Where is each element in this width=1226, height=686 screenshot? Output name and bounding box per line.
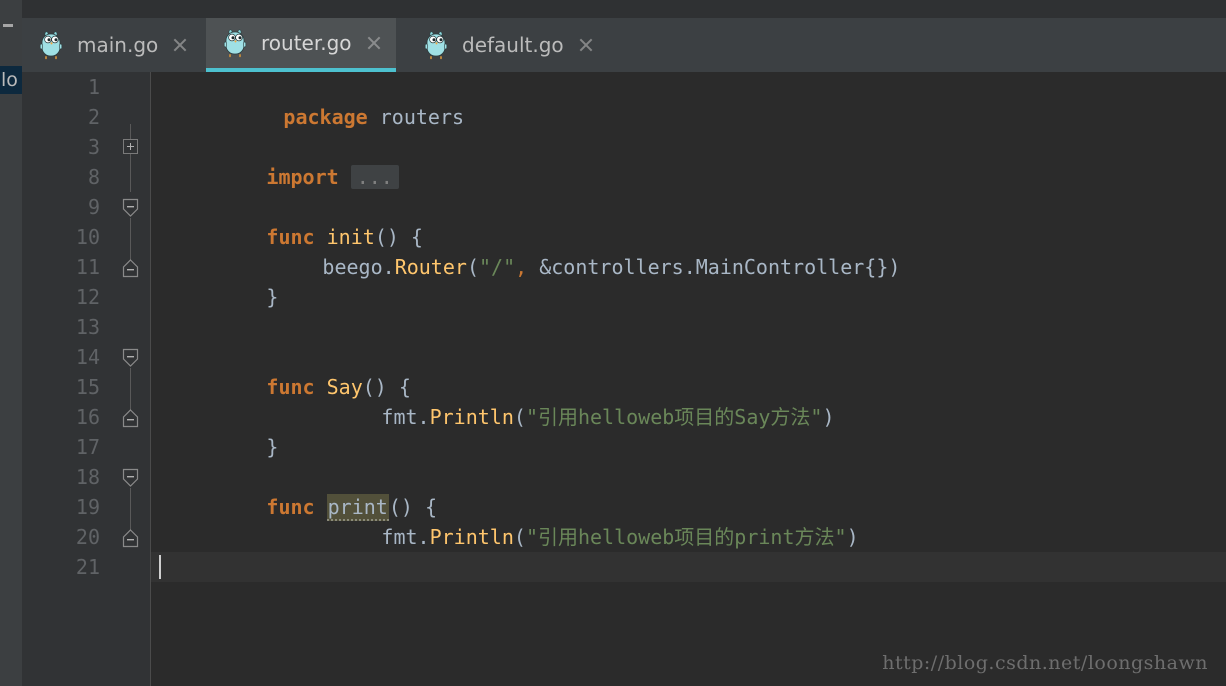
- line-number: 16: [75, 405, 100, 429]
- code-editor[interactable]: 1 2 3 8 9 10 11 12 13 14 15 16 17 18 19 …: [22, 72, 1226, 686]
- project-tree-selected-item[interactable]: lo: [0, 66, 22, 94]
- fold-collapse-icon[interactable]: [122, 528, 139, 548]
- left-tool-strip-toolbar: [0, 0, 22, 22]
- line-number: 21: [75, 555, 100, 579]
- tab-router-go[interactable]: router.go: [206, 18, 396, 72]
- code-line[interactable]: fmt.Println("引用helloweb项目的Say方法"): [151, 372, 1226, 429]
- line-number-gutter[interactable]: 1 2 3 8 9 10 11 12 13 14 15 16 17 18 19 …: [22, 72, 112, 686]
- code-line[interactable]: }: [151, 402, 1226, 459]
- line-number: 11: [75, 255, 100, 279]
- line-number: 1: [87, 75, 100, 99]
- left-tool-strip[interactable]: lo: [0, 0, 22, 686]
- line-number: 15: [75, 375, 100, 399]
- fold-collapse-icon[interactable]: [122, 258, 139, 278]
- fold-connector: [130, 154, 131, 192]
- code-line[interactable]: [151, 162, 1226, 192]
- code-line[interactable]: fmt.Println("引用helloweb项目的print方法"): [151, 492, 1226, 549]
- fold-connector: [130, 488, 131, 530]
- line-number: 9: [87, 195, 100, 219]
- code-line[interactable]: [151, 432, 1226, 462]
- fold-collapse-icon[interactable]: [122, 468, 139, 488]
- current-line-highlight: [151, 552, 1226, 582]
- fold-connector: [130, 218, 131, 260]
- line-number: 20: [75, 525, 100, 549]
- close-icon[interactable]: [172, 37, 188, 53]
- line-number: 2: [87, 105, 100, 129]
- tab-label: router.go: [261, 31, 352, 55]
- watermark-url: http://blog.csdn.net/loongshawn: [882, 652, 1208, 674]
- line-number: 17: [75, 435, 100, 459]
- tab-label: main.go: [77, 33, 159, 57]
- go-gopher-icon: [423, 30, 449, 60]
- close-icon[interactable]: [366, 35, 382, 51]
- fold-connector: [130, 368, 131, 410]
- code-line[interactable]: [151, 282, 1226, 312]
- tab-default-go[interactable]: default.go: [407, 18, 608, 72]
- text-caret: [159, 555, 161, 579]
- tab-label: default.go: [462, 33, 564, 57]
- line-number: 14: [75, 345, 100, 369]
- code-line[interactable]: func Say() {: [151, 342, 1226, 399]
- tab-main-go[interactable]: main.go: [22, 18, 202, 72]
- line-number: 10: [75, 225, 100, 249]
- code-line[interactable]: func init() {: [151, 192, 1226, 249]
- line-number: 18: [75, 465, 100, 489]
- line-number: 13: [75, 315, 100, 339]
- code-line[interactable]: }: [151, 522, 1226, 579]
- ide-window: lo main.go router.go default.go 1 2 3 8 …: [0, 0, 1226, 686]
- line-number: 19: [75, 495, 100, 519]
- line-number: 8: [87, 165, 100, 189]
- fold-collapse-icon[interactable]: [122, 198, 139, 218]
- code-line[interactable]: import ...: [151, 132, 1226, 189]
- code-line[interactable]: func print() {: [151, 462, 1226, 521]
- code-line[interactable]: beego.Router("/", &controllers.MainContr…: [151, 222, 1226, 279]
- code-line[interactable]: package routers: [151, 72, 1226, 129]
- code-line[interactable]: [151, 312, 1226, 342]
- fold-collapse-icon[interactable]: [122, 348, 139, 368]
- minus-icon[interactable]: [3, 24, 13, 27]
- go-gopher-icon: [38, 30, 64, 60]
- code-line-current[interactable]: [151, 552, 1226, 582]
- close-icon[interactable]: [578, 37, 594, 53]
- window-top-gap: [22, 0, 1226, 18]
- editor-tab-bar: main.go router.go default.go: [22, 18, 1226, 72]
- fold-expand-icon[interactable]: [123, 139, 138, 154]
- code-line[interactable]: }: [151, 252, 1226, 309]
- line-number: 3: [87, 135, 100, 159]
- line-number: 12: [75, 285, 100, 309]
- fold-collapse-icon[interactable]: [122, 408, 139, 428]
- code-text-area[interactable]: package routers import ... func init() {: [151, 72, 1226, 686]
- go-gopher-icon: [222, 28, 248, 58]
- code-line[interactable]: [151, 102, 1226, 132]
